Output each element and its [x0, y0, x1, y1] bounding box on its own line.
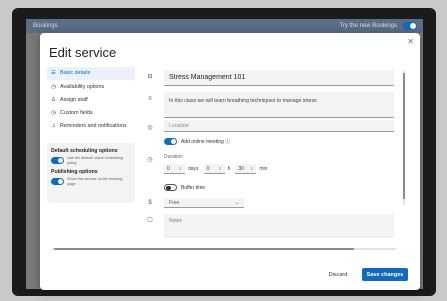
publishing-toggle[interactable]	[51, 178, 64, 186]
spin-icon[interactable]: ⇕	[218, 166, 221, 171]
scheduling-text: Use the default online scheduling policy	[67, 156, 123, 165]
briefcase-icon: ⊟	[147, 74, 153, 80]
duration-minutes-stepper[interactable]: 30 ⇕	[235, 164, 257, 174]
nav-item-assign-staff[interactable]: ♙ Assign staff	[47, 94, 135, 107]
scheduling-heading: Default scheduling options	[51, 148, 118, 154]
online-meeting-label: Add online meeting ⓘ	[181, 139, 231, 145]
duration-minutes-value: 30	[238, 165, 244, 172]
publishing-text: Show this service on the booking page	[67, 177, 123, 186]
nav-item-reminders[interactable]: ♫ Reminders and notifications	[47, 120, 135, 133]
dialog-footer: Discard Save changes	[40, 258, 420, 290]
try-new-bookings-label: Try the new Bookings	[339, 23, 397, 29]
location-icon: ◎	[147, 125, 153, 131]
price-select[interactable]: Free ⌄	[164, 198, 244, 208]
nav-item-basic-details[interactable]: ☰ Basic details	[47, 67, 135, 80]
nav-item-label: Assign staff	[60, 96, 88, 103]
discard-button[interactable]: Discard	[324, 268, 352, 281]
nav-item-custom-fields[interactable]: ◷ Custom fields	[47, 107, 135, 120]
close-icon[interactable]: ✕	[407, 37, 414, 46]
buffer-time-toggle[interactable]	[164, 184, 177, 191]
duration-hours-stepper[interactable]: 0 ⇕	[203, 164, 225, 174]
person-icon: ♙	[51, 96, 56, 103]
scrollbar-thumb[interactable]	[54, 248, 354, 250]
duration-days-value: 0	[167, 165, 170, 172]
description-input[interactable]: In this class we will learn breathing te…	[164, 92, 394, 118]
nav-item-label: Reminders and notifications	[60, 123, 127, 130]
app-header: Bookings Try the new Bookings	[26, 19, 423, 33]
clock-icon: ◷	[51, 110, 56, 117]
scrollbar-thumb[interactable]	[403, 73, 405, 199]
service-name-input[interactable]: Stress Management 101	[164, 70, 394, 86]
notes-input[interactable]: Notes	[164, 214, 394, 238]
section-nav: ☰ Basic details ◷ Availability options ♙…	[47, 67, 135, 133]
horizontal-scrollbar[interactable]	[52, 248, 396, 250]
try-new-bookings-toggle[interactable]	[403, 22, 417, 30]
online-meeting-row: Add online meeting ⓘ	[164, 138, 230, 145]
duration-days-stepper[interactable]: 0 ⇕	[164, 164, 185, 174]
scheduling-option: Use the default online scheduling policy	[51, 156, 131, 165]
nav-item-availability-options[interactable]: ◷ Availability options	[47, 80, 135, 93]
days-unit: days	[188, 166, 199, 172]
hours-unit: h	[227, 166, 231, 172]
nav-item-label: Basic details	[60, 70, 91, 77]
bell-icon: ♫	[51, 123, 56, 130]
price-icon: $	[148, 200, 152, 206]
spin-icon[interactable]: ⇕	[179, 166, 182, 171]
notes-icon: ▢	[147, 217, 153, 223]
description-icon: ≡	[148, 96, 152, 102]
options-panel: Default scheduling options Use the defau…	[47, 143, 135, 203]
duration-hours-value: 0	[206, 165, 210, 172]
app-title: Bookings	[33, 23, 58, 29]
save-changes-button[interactable]: Save changes	[362, 268, 408, 281]
buffer-time-row: Buffer time	[164, 184, 205, 191]
duration-row: 0 ⇕ days 0 ⇕ h 30 ⇕ min	[164, 164, 272, 174]
scheduling-toggle[interactable]	[51, 157, 64, 164]
spin-icon[interactable]: ⇕	[250, 166, 253, 171]
clock-icon: ◷	[51, 83, 56, 90]
chevron-down-icon: ⌄	[234, 199, 239, 206]
location-input[interactable]: Location	[164, 120, 394, 132]
duration-label: Duration	[164, 154, 183, 160]
publishing-heading: Publishing options	[51, 169, 98, 176]
edit-service-dialog: ✕ Edit service ☰ Basic details ◷ Availab…	[40, 33, 420, 290]
buffer-time-label: Buffer time	[181, 184, 206, 191]
price-value: Free	[169, 199, 180, 206]
online-meeting-toggle[interactable]	[164, 138, 177, 145]
minutes-unit: min	[259, 166, 268, 172]
nav-item-label: Custom fields	[60, 110, 93, 117]
dialog-title: Edit service	[49, 45, 117, 60]
vertical-scrollbar[interactable]	[403, 71, 405, 205]
list-icon: ☰	[51, 70, 56, 77]
nav-item-label: Availability options	[60, 83, 105, 90]
publishing-option: Show this service on the booking page	[51, 177, 131, 186]
clock-icon: ◷	[147, 157, 153, 163]
